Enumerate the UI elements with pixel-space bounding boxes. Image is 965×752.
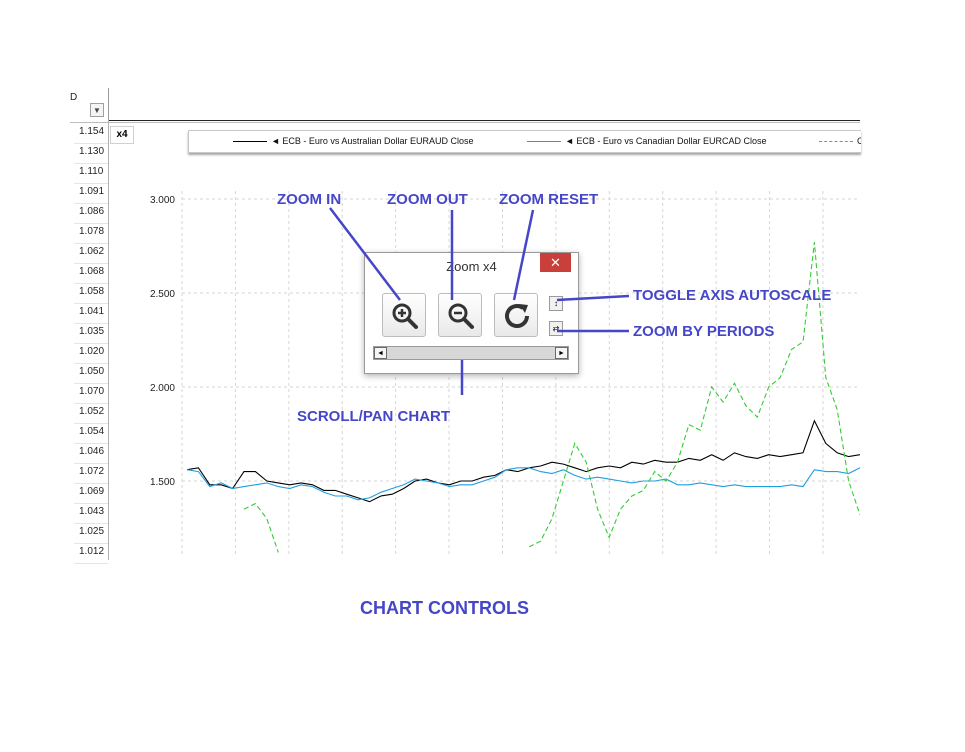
scroll-right-arrow[interactable]: ► [555, 347, 568, 359]
scroll-left-arrow[interactable]: ◄ [374, 347, 387, 359]
label-zoom-out: ZOOM OUT [387, 191, 468, 208]
close-button[interactable]: ✕ [540, 253, 571, 272]
y-tick-label: 3.000 [150, 195, 175, 206]
series-line-1 [186, 419, 860, 503]
series-line-2 [186, 467, 860, 501]
y-tick-label: 1.500 [150, 477, 175, 488]
zoom-periods-button[interactable]: ⇄ [549, 321, 563, 336]
zoom-out-button[interactable] [438, 293, 482, 337]
zoom-out-icon [448, 303, 474, 329]
label-scroll-pan: SCROLL/PAN CHART [297, 408, 451, 425]
refresh-icon [505, 304, 529, 328]
label-zoom-in: ZOOM IN [277, 191, 342, 208]
label-zoom-by-periods: ZOOM BY PERIODS [633, 323, 775, 340]
y-tick-label: 2.000 [150, 383, 175, 394]
pan-scrollbar[interactable]: ◄ ► [373, 346, 569, 360]
line-chart[interactable]: 3.000 2.500 2.000 1.500 [0, 0, 965, 752]
zoom-in-icon [392, 303, 418, 329]
zoom-reset-button[interactable] [494, 293, 538, 337]
zoom-dialog[interactable]: Zoom x4 ✕ ↕ ⇄ ◄ ► [364, 252, 579, 374]
y-tick-label: 2.500 [150, 289, 175, 300]
label-zoom-reset: ZOOM RESET [499, 191, 599, 208]
toggle-autoscale-button[interactable]: ↕ [549, 296, 563, 311]
page-caption: CHART CONTROLS [360, 598, 529, 618]
zoom-in-button[interactable] [382, 293, 426, 337]
label-toggle-autoscale: TOGGLE AXIS AUTOSCALE [633, 287, 832, 304]
